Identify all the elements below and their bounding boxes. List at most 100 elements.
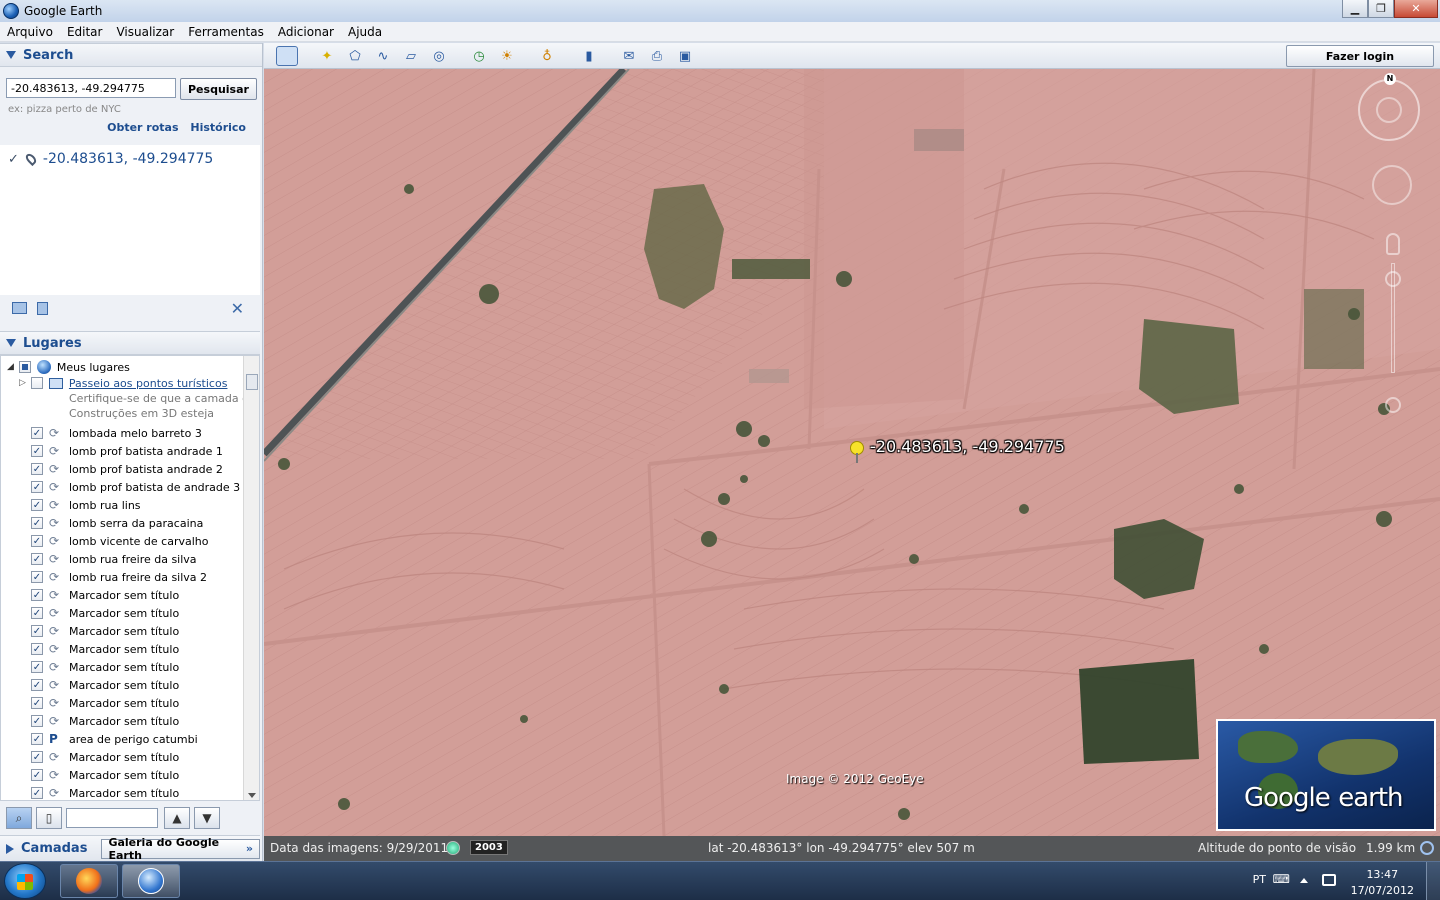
checkbox[interactable]: ✓ — [31, 661, 43, 673]
taskbar-firefox[interactable] — [60, 864, 118, 898]
save-to-places-icon[interactable] — [12, 302, 27, 314]
menu-ajuda[interactable]: Ajuda — [341, 25, 389, 39]
checkbox[interactable]: ✓ — [31, 535, 43, 547]
network-icon[interactable] — [1322, 874, 1336, 886]
place-item[interactable]: ✓ Parea de perigo catumbi — [31, 730, 198, 748]
routes-link[interactable]: Obter rotas — [107, 121, 178, 134]
add-path-icon[interactable]: ∿ — [372, 46, 394, 66]
place-item[interactable]: ✓ ⟳ Marcador sem título — [31, 640, 179, 658]
layers-panel-header[interactable]: Camadas Galeria do Google Earth » — [0, 835, 260, 862]
zoom-slider[interactable] — [1385, 233, 1401, 413]
place-item[interactable]: ✓ ⟳ lomb rua freire da silva — [31, 550, 197, 568]
email-icon[interactable]: ✉ — [618, 46, 640, 66]
look-joystick[interactable] — [1376, 97, 1402, 123]
history-link[interactable]: Histórico — [190, 121, 246, 134]
add-polygon-icon[interactable]: ⬠ — [344, 46, 366, 66]
record-tour-icon[interactable]: ◎ — [428, 46, 450, 66]
add-overlay-icon[interactable]: ▱ — [400, 46, 422, 66]
place-item[interactable]: ✓ ⟳ Marcador sem título — [31, 604, 179, 622]
panel-toggle-icon[interactable]: ▯ — [36, 807, 62, 829]
add-placemark-icon[interactable]: ✦ — [316, 46, 338, 66]
ruler-icon[interactable]: ▮ — [578, 46, 600, 66]
places-filter-input[interactable] — [66, 808, 158, 828]
show-desktop-button[interactable] — [1426, 862, 1440, 900]
maximize-button[interactable]: ❐ — [1368, 0, 1394, 18]
menu-adicionar[interactable]: Adicionar — [271, 25, 341, 39]
gallery-button[interactable]: Galeria do Google Earth » — [101, 836, 260, 862]
taskbar-google-earth[interactable] — [122, 864, 180, 898]
imagery-year-badge[interactable]: 2003 — [470, 840, 508, 855]
login-button[interactable]: Fazer login — [1286, 45, 1434, 67]
place-item[interactable]: ✓ ⟳ Marcador sem título — [31, 766, 179, 784]
checkbox[interactable]: ✓ — [31, 679, 43, 691]
historical-clock-icon[interactable] — [446, 841, 460, 855]
checkbox[interactable]: ✓ — [31, 769, 43, 781]
place-item[interactable]: ✓ ⟳ lomb prof batista de andrade 3 — [31, 478, 240, 496]
start-button[interactable] — [4, 863, 46, 899]
move-joystick[interactable] — [1372, 165, 1412, 205]
tree-scrollbar[interactable] — [243, 356, 259, 800]
map-view[interactable]: -20.483613, -49.294775 Image © 2012 GeoE… — [264, 69, 1440, 836]
checkbox[interactable]: ✓ — [31, 733, 43, 745]
checkbox[interactable]: ✓ — [31, 553, 43, 565]
search-button[interactable]: Pesquisar — [180, 78, 257, 100]
place-item[interactable]: ✓ ⟳ lombada melo barreto 3 — [31, 424, 202, 442]
toggle-sidebar-icon[interactable] — [276, 46, 298, 66]
yellow-pushpin-icon[interactable] — [850, 441, 864, 463]
place-item[interactable]: ✓ ⟳ Marcador sem título — [31, 586, 179, 604]
scroll-down-arrow-icon[interactable] — [248, 793, 256, 798]
switch-planet-icon[interactable]: ♁ — [536, 46, 558, 66]
menu-editar[interactable]: Editar — [60, 25, 110, 39]
checkbox[interactable]: ✓ — [31, 517, 43, 529]
close-button[interactable]: ✕ — [1394, 0, 1438, 18]
clock[interactable]: 13:47 17/07/2012 — [1351, 867, 1414, 899]
expand-icon[interactable]: ◢ — [7, 362, 14, 372]
zoom-out-icon[interactable] — [1385, 397, 1401, 413]
language-indicator[interactable]: PT — [1253, 873, 1266, 886]
scroll-thumb[interactable] — [246, 374, 258, 390]
place-item[interactable]: ✓ ⟳ Marcador sem título — [31, 784, 179, 800]
place-item[interactable]: ✓ ⟳ Marcador sem título — [31, 748, 179, 766]
menu-ferramentas[interactable]: Ferramentas — [181, 25, 271, 39]
clear-search-icon[interactable]: ✕ — [231, 299, 244, 318]
north-indicator[interactable]: N — [1384, 73, 1396, 85]
zoom-track[interactable] — [1391, 263, 1395, 373]
checkbox[interactable]: ✓ — [31, 607, 43, 619]
checkbox[interactable]: ✓ — [31, 445, 43, 457]
copy-icon[interactable] — [37, 301, 48, 315]
compass-ring[interactable]: N — [1358, 73, 1420, 141]
checkbox[interactable]: ✓ — [31, 643, 43, 655]
menu-arquivo[interactable]: Arquivo — [0, 25, 60, 39]
move-up-icon[interactable]: ▲ — [164, 807, 190, 829]
sunlight-icon[interactable]: ☀ — [496, 46, 518, 66]
checkbox[interactable] — [18, 361, 31, 373]
checkbox[interactable] — [30, 377, 43, 389]
checkbox[interactable]: ✓ — [31, 697, 43, 709]
move-down-icon[interactable]: ▼ — [194, 807, 220, 829]
checkbox[interactable]: ✓ — [31, 571, 43, 583]
place-item[interactable]: ✓ ⟳ Marcador sem título — [31, 622, 179, 640]
place-item[interactable]: ✓ ⟳ lomb prof batista andrade 2 — [31, 460, 223, 478]
place-item[interactable]: ✓ ⟳ lomb rua freire da silva 2 — [31, 568, 207, 586]
place-item[interactable]: ✓ ⟳ Marcador sem título — [31, 658, 179, 676]
checkbox[interactable]: ✓ — [31, 427, 43, 439]
search-panel-header[interactable]: Search — [0, 43, 262, 67]
checkbox[interactable]: ✓ — [31, 463, 43, 475]
search-input[interactable] — [6, 78, 176, 98]
expand-icon[interactable]: ▷ — [19, 378, 26, 388]
checkbox[interactable]: ✓ — [31, 481, 43, 493]
checkbox[interactable]: ✓ — [31, 625, 43, 637]
placemark[interactable]: -20.483613, -49.294775 — [850, 437, 1065, 463]
save-image-icon[interactable]: ▣ — [674, 46, 696, 66]
street-view-person-icon[interactable] — [1386, 233, 1400, 255]
checkbox[interactable]: ✓ — [31, 589, 43, 601]
place-item[interactable]: ✓ ⟳ Marcador sem título — [31, 712, 179, 730]
places-panel-header[interactable]: Lugares — [0, 331, 260, 355]
search-result-item[interactable]: ✓ -20.483613, -49.294775 — [8, 151, 213, 167]
menu-visualizar[interactable]: Visualizar — [109, 25, 181, 39]
checkbox[interactable]: ✓ — [31, 751, 43, 763]
historical-imagery-icon[interactable]: ◷ — [468, 46, 490, 66]
show-hidden-icons-icon[interactable] — [1300, 878, 1308, 883]
place-item[interactable]: ✓ ⟳ Marcador sem título — [31, 694, 179, 712]
place-item[interactable]: ✓ ⟳ lomb serra da paracaina — [31, 514, 203, 532]
